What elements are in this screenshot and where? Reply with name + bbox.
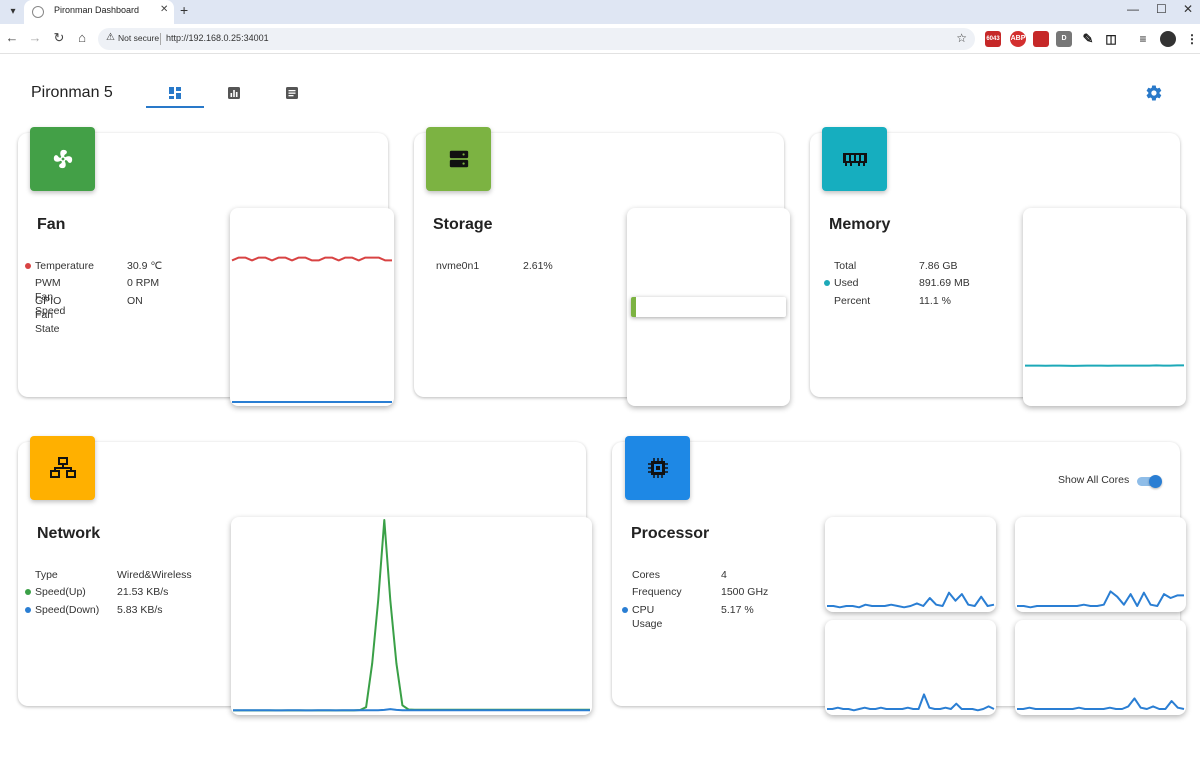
- temperature-legend-dot: [25, 263, 31, 269]
- memory-title: Memory: [829, 216, 891, 233]
- tab-log[interactable]: [263, 80, 321, 108]
- cpu-core-0-chart: [825, 517, 996, 612]
- memory-used-series-0-line: [1025, 364, 1184, 367]
- chart-icon: [228, 87, 240, 99]
- extensions-puzzle-icon[interactable]: ◫: [1103, 31, 1119, 47]
- speed-down-legend-dot: [25, 607, 31, 613]
- close-tab-icon[interactable]: ✕: [160, 4, 168, 15]
- eyedropper-icon[interactable]: ✎: [1080, 31, 1096, 47]
- cpu-core-3-chart: [1015, 620, 1186, 715]
- tab-history[interactable]: [205, 80, 263, 108]
- back-icon[interactable]: ←: [4, 30, 20, 45]
- fan-icon: [30, 127, 95, 191]
- bookmark-star-icon[interactable]: ☆: [956, 31, 967, 45]
- network-speed-series-1-line: [233, 708, 590, 712]
- cpu-usage-legend-dot: [622, 607, 628, 613]
- cpu-core-2-series-0-line: [827, 693, 995, 712]
- tab-list-chevron-icon[interactable]: ▾: [4, 3, 22, 21]
- memory-chart: [1023, 208, 1186, 406]
- browser-tab-bar: ▾ Pironman Dashboard ✕ + — ☐ ✕: [0, 0, 1200, 24]
- fan-title: Fan: [37, 216, 66, 233]
- reload-icon[interactable]: ↻: [51, 30, 67, 46]
- globe-icon: [32, 6, 44, 18]
- cpu-core-1-line-chart: [1017, 590, 1184, 609]
- extension-d-icon[interactable]: D: [1056, 31, 1072, 47]
- media-list-icon[interactable]: ≡: [1135, 31, 1151, 47]
- adblock-icon[interactable]: ABP: [1010, 31, 1026, 47]
- cpu-core-0-series-0-line: [827, 591, 995, 609]
- used-legend-dot: [824, 280, 830, 286]
- new-tab-icon[interactable]: +: [180, 2, 188, 18]
- close-window-icon[interactable]: ✕: [1183, 2, 1193, 16]
- cpu-core-0-line-chart: [827, 591, 995, 609]
- tab-dashboard[interactable]: [146, 80, 204, 108]
- extension-icon[interactable]: [1033, 31, 1049, 47]
- fan-temperature-series-0-line: [231, 256, 392, 262]
- cpu-core-1-series-0-line: [1017, 590, 1184, 609]
- processor-chip-icon: [625, 436, 690, 500]
- browser-tab[interactable]: Pironman Dashboard ✕: [24, 0, 174, 24]
- cpu-core-3-line-chart: [1017, 697, 1185, 710]
- storage-title: Storage: [433, 216, 493, 233]
- memory-line-chart: [1025, 364, 1184, 367]
- home-icon[interactable]: ⌂: [74, 30, 90, 45]
- cpu-core-2-line-chart: [827, 693, 995, 712]
- minimize-icon[interactable]: —: [1127, 2, 1139, 16]
- storage-usage-fill: [631, 297, 636, 317]
- cpu-core-1-chart: [1015, 517, 1186, 612]
- cpu-core-3-series-0-line: [1017, 697, 1185, 710]
- show-all-cores-label: Show All Cores: [1058, 474, 1130, 486]
- network-speed-series-0-line: [233, 519, 590, 712]
- memory-ram-icon: [822, 127, 887, 191]
- tab-title: Pironman Dashboard: [54, 5, 140, 15]
- warning-icon: ⚠: [106, 32, 115, 43]
- network-lan-icon: [30, 436, 95, 500]
- network-chart: [231, 517, 592, 715]
- storage-usage-bar: [631, 297, 786, 317]
- menu-kebab-icon[interactable]: ⋮: [1184, 31, 1200, 47]
- storage-drive-icon: [426, 127, 491, 191]
- forward-icon[interactable]: →: [27, 30, 43, 45]
- extension-badge-icon[interactable]: 6043: [985, 31, 1001, 47]
- address-bar[interactable]: ⚠ Not secure http://192.168.0.25:34001 ☆: [98, 28, 975, 50]
- show-all-cores-toggle[interactable]: [1137, 475, 1163, 488]
- fan-chart: [230, 208, 394, 406]
- processor-title: Processor: [631, 525, 710, 542]
- not-secure-label: Not secure: [118, 33, 160, 43]
- network-title: Network: [37, 525, 101, 542]
- network-line-chart: [233, 519, 590, 712]
- fan-line-chart: [231, 256, 392, 403]
- maximize-icon[interactable]: ☐: [1156, 2, 1167, 16]
- profile-avatar[interactable]: [1160, 31, 1176, 47]
- gear-icon[interactable]: [1145, 84, 1163, 102]
- speed-up-legend-dot: [25, 589, 31, 595]
- storage-usage-panel: [627, 208, 790, 406]
- url-text: http://192.168.0.25:34001: [166, 33, 269, 43]
- cpu-core-2-chart: [825, 620, 996, 715]
- app-title: Pironman 5: [31, 84, 113, 101]
- dashboard-icon: [169, 87, 181, 99]
- log-icon: [286, 87, 298, 99]
